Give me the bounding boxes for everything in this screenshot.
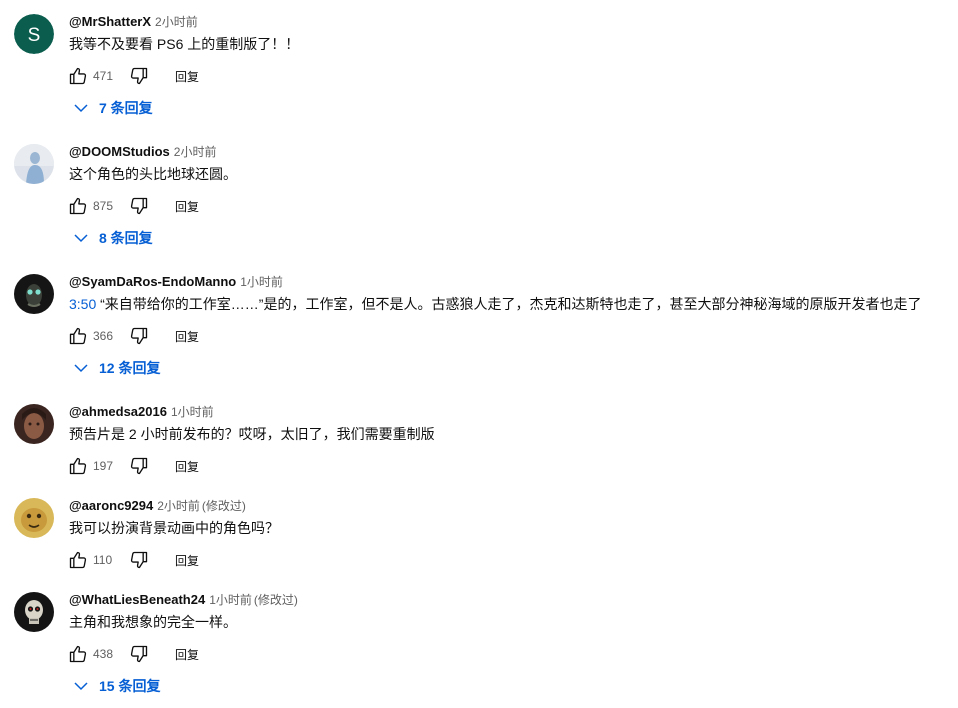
reply-button[interactable]: 回复 [175,68,199,85]
like-count: 875 [93,199,114,213]
replies-count: 7 条回复 [99,100,153,116]
view-replies-button[interactable]: 15 条回复 [73,676,160,696]
comment-author[interactable]: @DOOMStudios [69,144,170,159]
comment-text: 这个角色的头比地球还圆。 [69,166,237,182]
view-replies-button[interactable]: 8 条回复 [73,228,153,248]
reply-button[interactable]: 回复 [175,198,199,215]
avatar[interactable] [14,274,54,314]
dislike-button[interactable] [127,548,151,572]
comment-time[interactable]: 1小时前 [209,593,252,607]
reply-button[interactable]: 回复 [175,646,199,663]
reply-button[interactable]: 回复 [175,328,199,345]
dislike-button[interactable] [127,324,151,348]
comment-actions: 471 回复 [66,64,199,88]
like-button[interactable] [66,642,90,666]
like-count: 110 [93,553,113,567]
comment-time[interactable]: 2小时前 [174,145,217,159]
comment-time[interactable]: 1小时前 [171,405,214,419]
comment-author[interactable]: @ahmedsa2016 [69,404,167,419]
thumbs-down-icon [130,645,148,663]
like-count: 366 [93,329,114,343]
avatar[interactable] [14,144,54,184]
thumbs-up-icon [69,67,87,85]
reply-button[interactable]: 回复 [175,552,199,569]
chevron-down-icon [73,100,89,116]
like-button[interactable] [66,454,90,478]
thumbs-down-icon [130,457,148,475]
comment-author[interactable]: @MrShatterX [69,14,151,29]
like-button[interactable] [66,64,90,88]
comment-actions: 366 回复 [66,324,199,348]
comment-text: 预告片是 2 小时前发布的？哎呀，太旧了，我们需要重制版 [69,426,435,442]
view-replies-button[interactable]: 12 条回复 [73,358,160,378]
avatar[interactable] [14,592,54,632]
thumbs-up-icon [69,645,87,663]
comment-author[interactable]: @WhatLiesBeneath24 [69,592,205,607]
thumbs-down-icon [130,327,148,345]
comment-author[interactable]: @aaronc9294 [69,498,153,513]
like-button[interactable] [66,548,90,572]
avatar[interactable]: S [14,14,54,54]
avatar-letter: S [28,25,41,46]
avatar[interactable] [14,498,54,538]
timestamp-link[interactable]: 3:50 [69,296,96,312]
like-count: 438 [93,647,114,661]
comment-actions: 875 回复 [66,194,199,218]
thumbs-up-icon [69,457,87,475]
replies-count: 12 条回复 [99,360,161,376]
thumbs-down-icon [130,67,148,85]
comment-actions: 110 回复 [66,548,199,572]
thumbs-down-icon [130,197,148,215]
thumbs-up-icon [69,197,87,215]
reply-button[interactable]: 回复 [175,458,199,475]
comment-time[interactable]: 2小时前 [157,499,200,513]
like-button[interactable] [66,324,90,348]
thumbs-up-icon [69,327,87,345]
chevron-down-icon [73,678,89,694]
comment-text: 3:50 “来自带给你的工作室……”是的，工作室，但不是人。古惑狼人走了，杰克和… [69,294,921,314]
replies-count: 8 条回复 [99,230,153,246]
like-count: 197 [93,459,114,473]
comment-time[interactable]: 2小时前 [155,15,198,29]
chevron-down-icon [73,230,89,246]
avatar[interactable] [14,404,54,444]
like-count: 471 [93,69,114,83]
thumbs-down-icon [130,551,148,569]
edited-label: (修改过) [201,499,246,513]
chevron-down-icon [73,360,89,376]
comment-author[interactable]: @SyamDaRos-EndoManno [69,274,236,289]
comment-text-body: “来自带给你的工作室……”是的，工作室，但不是人。古惑狼人走了，杰克和达斯特也走… [96,296,922,312]
thumbs-up-icon [69,551,87,569]
comment-time[interactable]: 1小时前 [240,275,283,289]
dislike-button[interactable] [127,64,151,88]
replies-count: 15 条回复 [99,678,161,694]
comment-text: 主角和我想象的完全一样。 [69,614,237,630]
dislike-button[interactable] [127,454,151,478]
comment-actions: 197 回复 [66,454,199,478]
comment-actions: 438 回复 [66,642,199,666]
dislike-button[interactable] [127,194,151,218]
comment-text: 我等不及要看 PS6 上的重制版了！！ [69,36,300,52]
edited-label: (修改过) [253,593,298,607]
dislike-button[interactable] [127,642,151,666]
like-button[interactable] [66,194,90,218]
comment-text: 我可以扮演背景动画中的角色吗？ [69,520,279,536]
view-replies-button[interactable]: 7 条回复 [73,98,153,118]
